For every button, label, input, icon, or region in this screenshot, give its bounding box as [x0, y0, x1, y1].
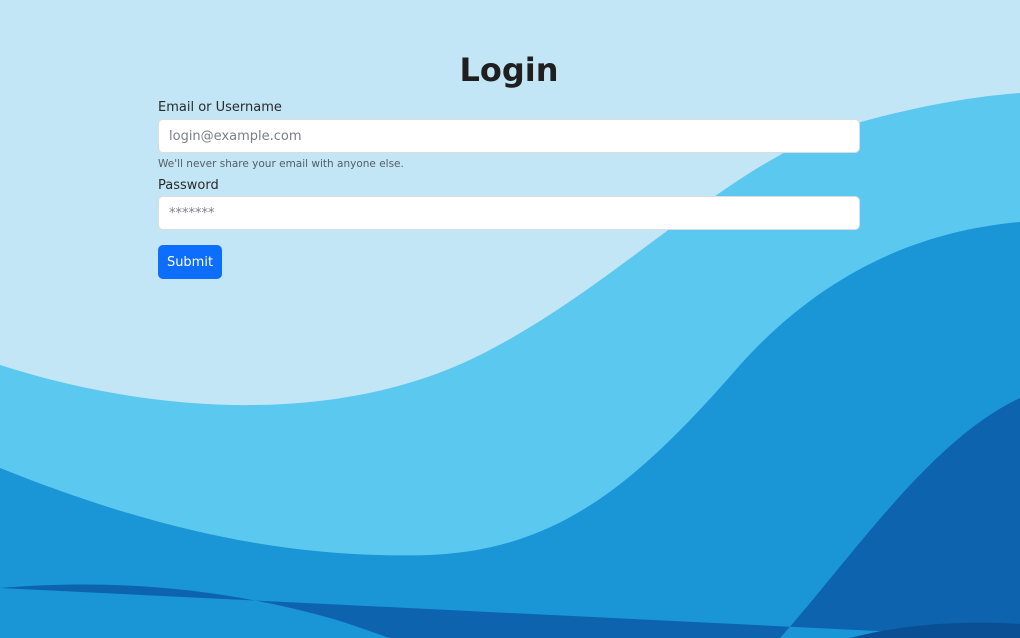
email-input[interactable]: [158, 119, 860, 153]
submit-button[interactable]: Submit: [158, 245, 222, 279]
email-label: Email or Username: [158, 100, 282, 115]
password-label: Password: [158, 178, 219, 193]
login-page: Login Email or Username We'll never shar…: [0, 0, 1020, 638]
page-title: Login: [459, 51, 559, 89]
password-input[interactable]: [158, 196, 860, 230]
email-help-text: We'll never share your email with anyone…: [158, 158, 404, 170]
wave-background: [0, 93, 1020, 638]
